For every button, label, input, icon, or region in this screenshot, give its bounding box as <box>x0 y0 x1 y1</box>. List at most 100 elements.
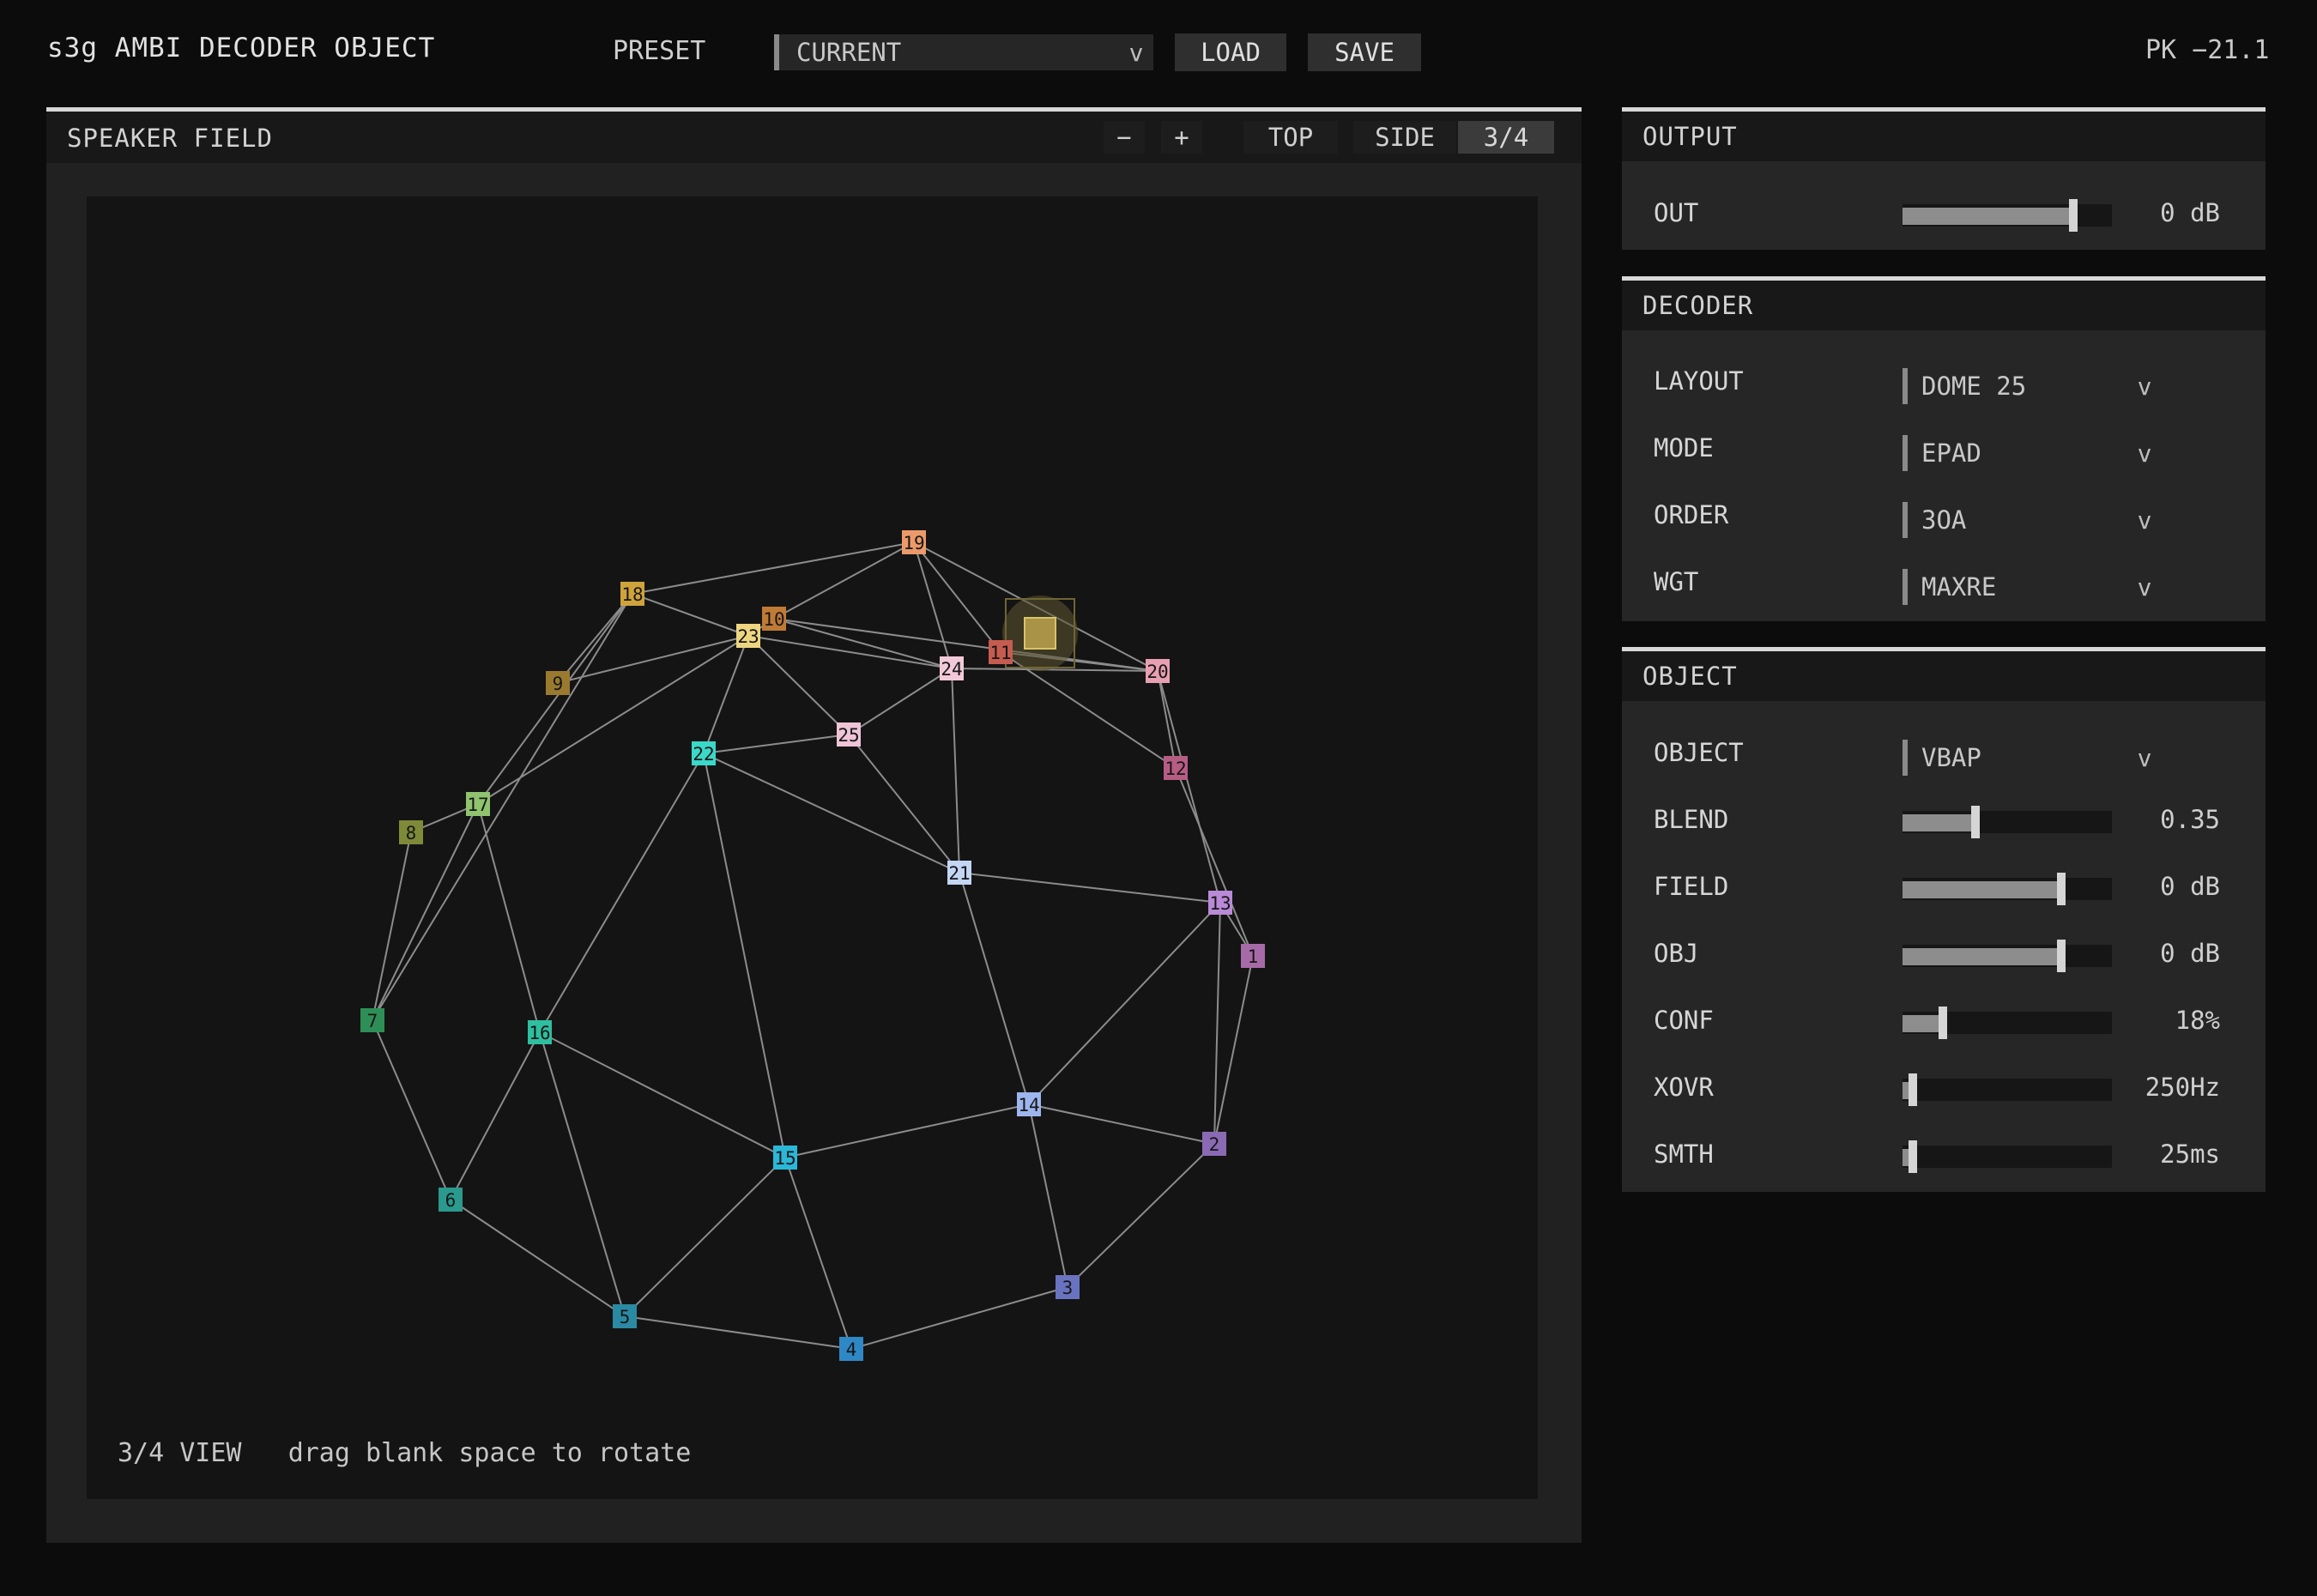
obj-value: 0 dB <box>2160 939 2220 968</box>
blend-value: 0.35 <box>2160 805 2220 834</box>
blend-slider[interactable] <box>1903 806 2112 838</box>
object-panel-title: OBJECT <box>1642 662 1738 691</box>
speaker-field-canvas[interactable]: 1 2 3 4 5 6 7 8 9 10 11 12 13 14 15 16 17 18 19 20 21 22 23 24 2… <box>87 196 1538 1499</box>
speaker-node-5[interactable]: 5 <box>613 1304 637 1328</box>
obj-label: OBJ <box>1654 939 1699 968</box>
obj-slider-thumb[interactable] <box>2057 940 2066 972</box>
decoder-panel: DECODER LAYOUT DOME 25 v MODE EPAD v ORD… <box>1622 276 2266 621</box>
speaker-link <box>477 593 633 805</box>
view-three-quarter-button[interactable]: 3/4 <box>1458 121 1554 154</box>
weight-dropdown[interactable]: MAXRE v <box>1903 569 2162 605</box>
speaker-link <box>951 668 960 874</box>
conf-slider[interactable] <box>1903 1007 2112 1039</box>
field-slider-thumb[interactable] <box>2057 873 2066 905</box>
speaker-node-label: 3 <box>1062 1278 1074 1298</box>
speaker-link <box>1028 902 1221 1105</box>
speaker-link <box>1028 1103 1215 1145</box>
view-top-button[interactable]: TOP <box>1243 121 1338 154</box>
output-panel: OUTPUT OUT 0 dB <box>1622 107 2266 250</box>
speaker-link <box>477 803 541 1033</box>
speaker-node-23[interactable]: 23 <box>736 624 760 648</box>
speaker-node-11[interactable]: 11 <box>989 640 1013 664</box>
speaker-field-panel: SPEAKER FIELD − + TOP SIDE 3/4 123456789… <box>46 107 1582 1543</box>
rotate-hint: drag blank space to rotate <box>287 1438 692 1468</box>
smth-slider-thumb[interactable] <box>1909 1140 1917 1173</box>
decoder-panel-title: DECODER <box>1642 291 1754 320</box>
speaker-node-13[interactable]: 13 <box>1208 891 1232 915</box>
speaker-node-9[interactable]: 9 <box>546 671 570 695</box>
zoom-out-button[interactable]: − <box>1104 121 1145 154</box>
speaker-node-17[interactable]: 17 <box>466 792 490 816</box>
preset-dropdown[interactable]: CURRENT v <box>774 34 1153 70</box>
speaker-node-12[interactable]: 12 <box>1164 756 1188 780</box>
speaker-link <box>450 1031 541 1200</box>
speaker-node-19[interactable]: 19 <box>902 530 926 554</box>
blend-slider-thumb[interactable] <box>1971 806 1980 838</box>
conf-slider-thumb[interactable] <box>1939 1007 1947 1039</box>
speaker-link <box>913 541 953 669</box>
speaker-node-6[interactable]: 6 <box>439 1188 463 1212</box>
speaker-node-8[interactable]: 8 <box>399 820 423 844</box>
speaker-node-label: 21 <box>948 863 970 884</box>
speaker-node-15[interactable]: 15 <box>773 1146 797 1170</box>
order-label: ORDER <box>1654 500 1729 529</box>
layout-dropdown[interactable]: DOME 25 v <box>1903 368 2162 404</box>
speaker-node-3[interactable]: 3 <box>1056 1275 1080 1299</box>
speaker-node-label: 5 <box>620 1307 631 1327</box>
speaker-link <box>372 593 633 1021</box>
speaker-link <box>632 541 915 595</box>
speaker-node-24[interactable]: 24 <box>940 656 964 680</box>
view-mode-label: 3/4 VIEW <box>118 1438 242 1468</box>
source-object-handle[interactable] <box>1024 617 1056 650</box>
speaker-node-label: 9 <box>553 674 564 694</box>
conf-slider-fill <box>1903 1015 1942 1032</box>
speaker-node-label: 19 <box>903 533 924 553</box>
speaker-node-10[interactable]: 10 <box>762 607 786 631</box>
speaker-link <box>1067 1143 1215 1288</box>
speaker-link <box>773 618 1158 672</box>
speaker-node-2[interactable]: 2 <box>1202 1132 1226 1156</box>
mode-label: MODE <box>1654 433 1714 462</box>
out-slider-thumb[interactable] <box>2069 199 2078 232</box>
xovr-slider-thumb[interactable] <box>1909 1073 1917 1106</box>
speaker-node-21[interactable]: 21 <box>947 861 971 885</box>
speaker-node-14[interactable]: 14 <box>1017 1092 1041 1116</box>
speaker-link <box>1175 767 1254 957</box>
speaker-field-header: SPEAKER FIELD − + TOP SIDE 3/4 <box>46 112 1582 163</box>
speaker-link <box>951 668 1158 672</box>
speaker-node-25[interactable]: 25 <box>837 722 861 747</box>
speaker-node-1[interactable]: 1 <box>1241 944 1265 968</box>
view-side-button[interactable]: SIDE <box>1353 121 1456 154</box>
save-button[interactable]: SAVE <box>1308 33 1421 71</box>
object-type-dropdown[interactable]: VBAP v <box>1903 740 2162 776</box>
source-object-marker[interactable] <box>1002 595 1078 671</box>
speaker-node-16[interactable]: 16 <box>528 1020 552 1044</box>
xovr-slider[interactable] <box>1903 1073 2112 1106</box>
order-dropdown[interactable]: 3OA v <box>1903 502 2162 538</box>
zoom-in-button[interactable]: + <box>1161 121 1202 154</box>
speaker-node-label: 23 <box>737 626 759 647</box>
speaker-node-4[interactable]: 4 <box>839 1337 863 1361</box>
xovr-value: 250Hz <box>2145 1073 2220 1102</box>
smth-label: SMTH <box>1654 1140 1714 1169</box>
app-title: s3g AMBI DECODER OBJECT <box>47 33 436 63</box>
chevron-down-icon: v <box>2137 743 2152 772</box>
obj-slider[interactable] <box>1903 940 2112 972</box>
smth-value: 25ms <box>2160 1140 2220 1169</box>
speaker-node-22[interactable]: 22 <box>692 741 716 765</box>
speaker-node-20[interactable]: 20 <box>1146 659 1170 683</box>
mode-dropdown[interactable]: EPAD v <box>1903 435 2162 471</box>
speaker-node-label: 11 <box>989 643 1011 663</box>
speaker-node-18[interactable]: 18 <box>620 582 644 606</box>
speaker-graph[interactable]: 1234567891011121314151617181920212223242… <box>87 196 1538 1499</box>
field-slider[interactable] <box>1903 873 2112 905</box>
out-value: 0 dB <box>2160 198 2220 227</box>
smth-slider[interactable] <box>1903 1140 2112 1173</box>
speaker-link <box>703 635 749 754</box>
out-slider[interactable] <box>1903 199 2112 232</box>
speaker-node-7[interactable]: 7 <box>360 1008 384 1032</box>
weight-label: WGT <box>1654 567 1699 596</box>
speaker-node-label: 14 <box>1018 1095 1039 1115</box>
load-button[interactable]: LOAD <box>1175 33 1286 71</box>
output-panel-title: OUTPUT <box>1642 122 1738 151</box>
